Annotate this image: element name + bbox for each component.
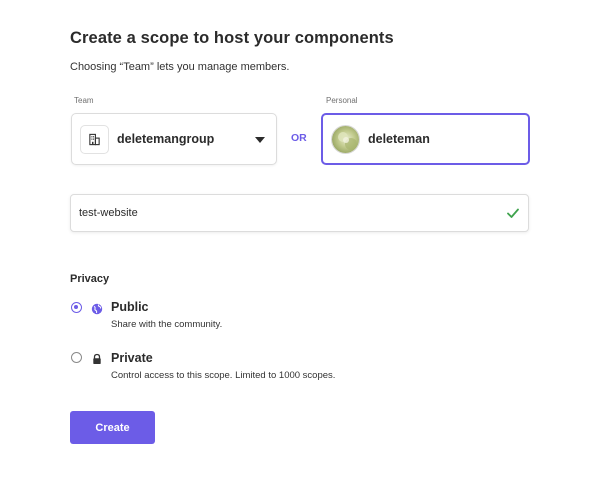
personal-account-option[interactable]: deleteman xyxy=(321,113,530,165)
team-label: Team xyxy=(74,96,94,105)
public-radio[interactable] xyxy=(71,302,82,313)
team-name: deletemangroup xyxy=(117,132,215,146)
privacy-heading: Privacy xyxy=(70,273,110,285)
private-option-label[interactable]: Private xyxy=(111,351,153,365)
scope-name-field[interactable] xyxy=(70,194,529,232)
page-subtitle: Choosing “Team” lets you manage members. xyxy=(70,61,290,73)
public-option-label[interactable]: Public xyxy=(111,300,149,314)
personal-label: Personal xyxy=(326,96,358,105)
lock-icon xyxy=(91,352,103,370)
globe-icon xyxy=(91,302,103,320)
building-icon xyxy=(80,124,109,154)
or-separator: OR xyxy=(291,132,307,144)
checkmark-icon xyxy=(506,206,520,225)
avatar xyxy=(331,124,360,154)
private-option-description: Control access to this scope. Limited to… xyxy=(111,370,336,381)
create-button[interactable]: Create xyxy=(70,411,155,444)
private-radio[interactable] xyxy=(71,352,82,363)
scope-name-input[interactable] xyxy=(79,207,479,219)
public-option-description: Share with the community. xyxy=(111,319,223,330)
page-title: Create a scope to host your components xyxy=(70,29,394,47)
team-dropdown[interactable]: deletemangroup xyxy=(71,113,277,165)
chevron-down-icon[interactable] xyxy=(255,137,265,143)
personal-name: deleteman xyxy=(368,132,430,146)
